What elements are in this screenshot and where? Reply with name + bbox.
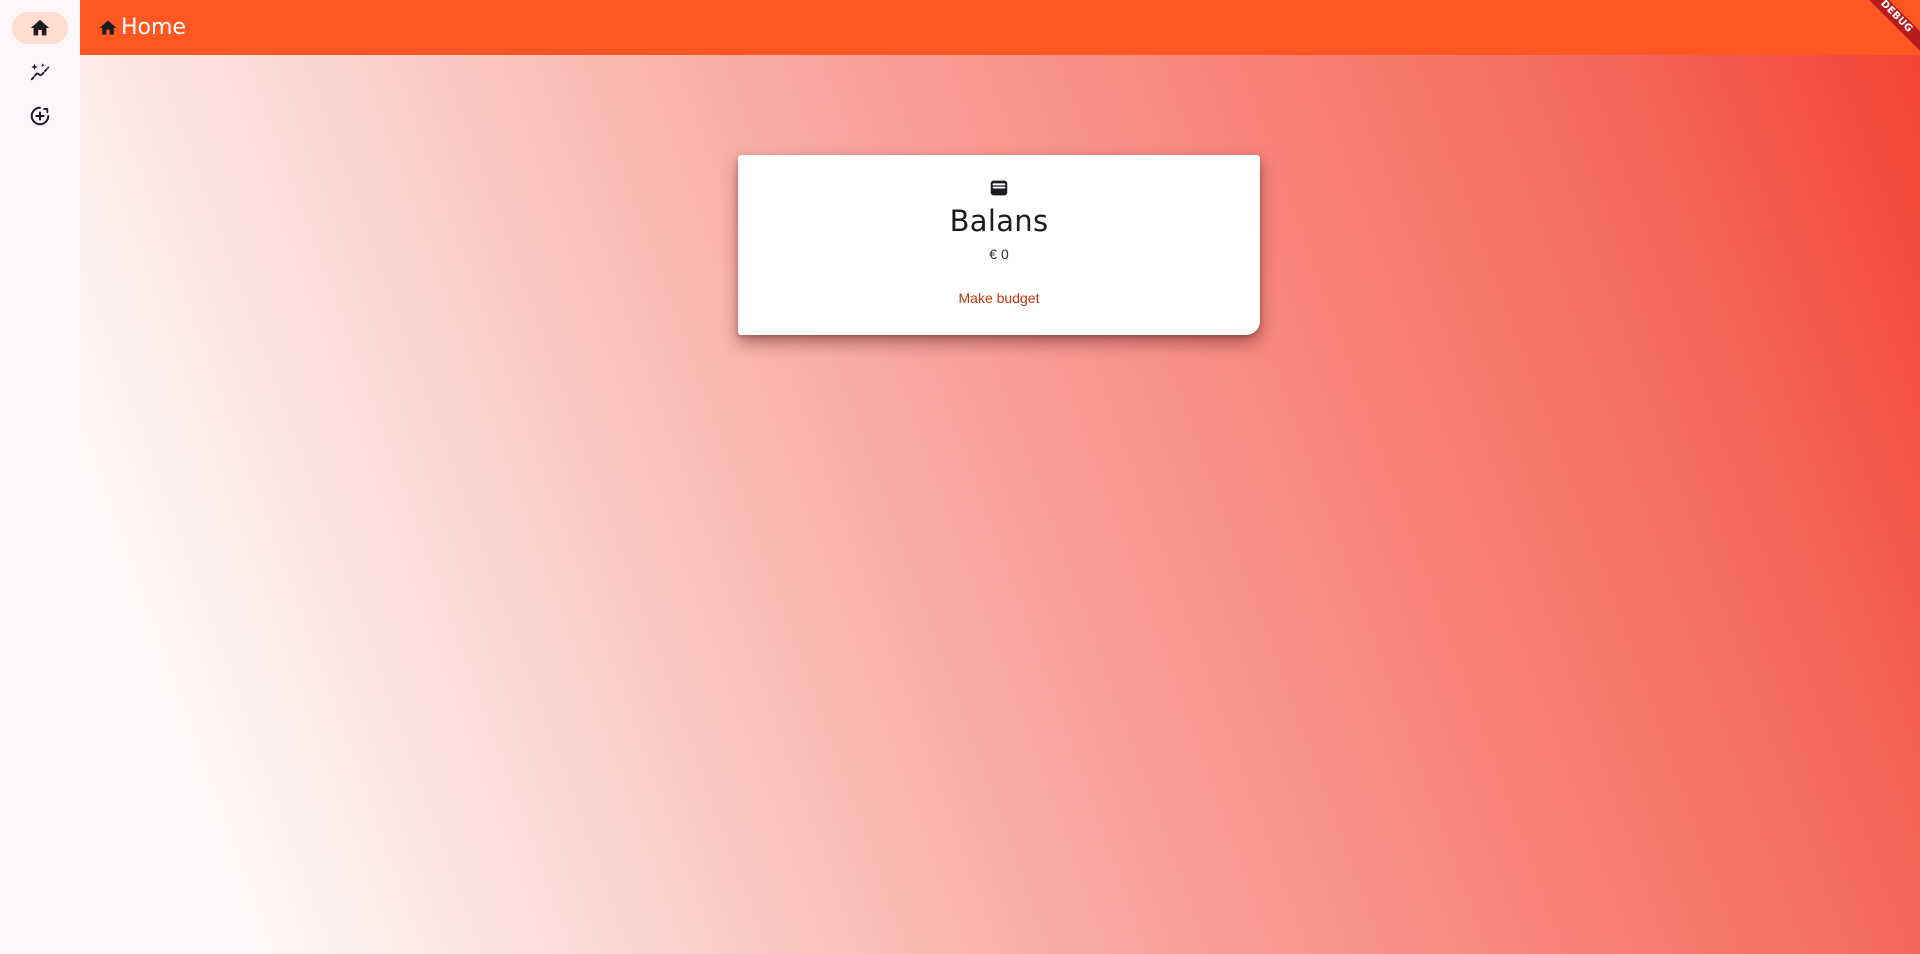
add-circle-icon — [30, 106, 50, 126]
page-title: Home — [121, 15, 186, 40]
nav-item-analytics[interactable] — [12, 56, 68, 88]
app-window: Home DEBUG Balans € 0 Make budget — [0, 0, 1920, 954]
auto-graph-icon — [30, 63, 50, 81]
make-budget-button[interactable]: Make budget — [947, 282, 1052, 314]
balance-card: Balans € 0 Make budget — [738, 155, 1260, 335]
home-icon — [99, 20, 117, 35]
app-bar: Home DEBUG — [80, 0, 1920, 55]
debug-banner: DEBUG — [1855, 0, 1920, 55]
card-title: Balans — [949, 204, 1049, 238]
app-bar-title: Home — [98, 15, 186, 40]
wallet-icon — [990, 180, 1008, 196]
nav-item-add[interactable] — [12, 100, 68, 132]
nav-item-home[interactable] — [12, 12, 68, 44]
main-area: Home DEBUG Balans € 0 Make budget — [80, 0, 1920, 954]
navigation-rail — [0, 0, 80, 954]
home-icon — [30, 19, 50, 36]
balance-amount: € 0 — [989, 246, 1009, 262]
content-area: Balans € 0 Make budget — [80, 55, 1920, 954]
